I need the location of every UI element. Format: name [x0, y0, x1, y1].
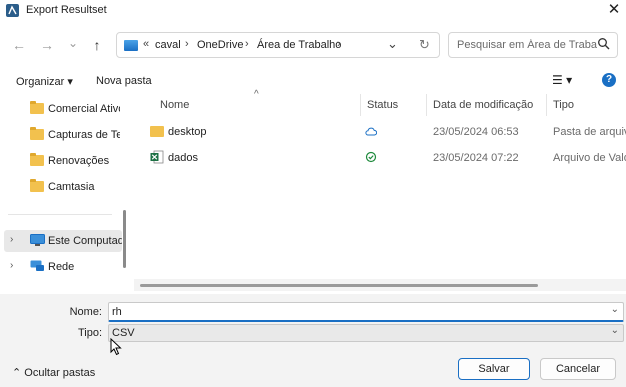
pane-divider: [8, 214, 112, 215]
sort-indicator-icon: ^: [254, 89, 259, 100]
excel-file-icon: [150, 150, 164, 164]
title-bar: Export Resultset ✕: [0, 0, 626, 22]
folder-icon: [30, 127, 44, 140]
file-name-input[interactable]: rh: [112, 306, 122, 318]
breadcrumb-separator: ›: [185, 38, 189, 50]
folder-icon: [150, 126, 164, 137]
file-name: desktop: [168, 126, 207, 138]
navigation-pane: Comercial Ativo Capturas de Tela Renovaç…: [0, 94, 134, 294]
column-header-name[interactable]: Nome: [160, 99, 189, 111]
cloud-icon: [365, 127, 377, 136]
sidebar-item-label: Comercial Ativo: [48, 103, 120, 115]
mouse-cursor-icon: [110, 338, 122, 356]
search-icon[interactable]: [597, 37, 611, 51]
check-circle-icon: [365, 151, 377, 163]
save-button[interactable]: Salvar: [458, 358, 530, 380]
forward-button[interactable]: →: [36, 34, 58, 56]
file-type: Arquivo de Valor: [553, 152, 626, 164]
file-type-select[interactable]: CSV ⌄: [108, 324, 624, 342]
file-type: Pasta de arquivo: [553, 126, 626, 138]
recent-locations-button[interactable]: ⌄: [62, 32, 84, 54]
folder-icon: [30, 101, 44, 114]
chevron-right-icon[interactable]: ›: [10, 260, 13, 271]
column-divider[interactable]: [546, 94, 547, 116]
chevron-down-icon[interactable]: ⌄: [611, 304, 619, 315]
window-title: Export Resultset: [26, 4, 107, 16]
sidebar-item-label: Camtasia: [48, 181, 95, 193]
sidebar-item-renovacoes[interactable]: Renovações: [0, 150, 122, 172]
hide-folders-button[interactable]: ⌃ Ocultar pastas: [12, 366, 95, 379]
name-label: Nome:: [69, 306, 102, 318]
folder-icon: [30, 179, 44, 192]
address-dropdown-icon[interactable]: ⌄: [387, 36, 398, 52]
help-icon[interactable]: ?: [602, 73, 616, 87]
breadcrumb-separator: ›: [245, 38, 249, 50]
pc-icon: [124, 40, 138, 51]
chevron-right-icon[interactable]: ›: [10, 234, 13, 245]
horizontal-scrollbar[interactable]: [140, 284, 538, 287]
file-name-field[interactable]: rh ⌄: [108, 302, 624, 322]
refresh-icon[interactable]: ↻: [419, 37, 430, 53]
sidebar-item-label: Este Computador: [48, 235, 122, 247]
search-input[interactable]: Pesquisar em Área de Traba...: [457, 39, 597, 51]
sidebar-item-rede[interactable]: › Rede: [0, 256, 122, 278]
sidebar-item-capturas-de-tela[interactable]: Capturas de Tela: [0, 124, 122, 146]
table-row[interactable]: desktop 23/05/2024 06:53 Pasta de arquiv…: [134, 120, 626, 144]
computer-icon: [30, 234, 45, 246]
sidebar-item-comercial-ativo[interactable]: Comercial Ativo: [0, 98, 122, 120]
address-bar[interactable]: « caval › OneDrive › Área de Trabalho › …: [116, 32, 440, 58]
app-icon: [6, 4, 19, 17]
sidebar-item-camtasia[interactable]: Camtasia: [0, 176, 122, 198]
address-overflow[interactable]: «: [143, 38, 149, 50]
column-divider[interactable]: [360, 94, 361, 116]
file-name: dados: [168, 152, 198, 164]
cancel-button[interactable]: Cancelar: [540, 358, 616, 380]
command-toolbar: Organizar ▾ Nova pasta ☰ ▾ ?: [0, 68, 626, 94]
file-list: ^ Nome Status Data de modificação Tipo d…: [134, 89, 626, 294]
new-folder-button[interactable]: Nova pasta: [96, 75, 152, 87]
folder-icon: [30, 153, 44, 166]
up-button[interactable]: ↑: [86, 34, 108, 56]
file-date: 23/05/2024 07:22: [433, 152, 519, 164]
back-button[interactable]: ←: [8, 34, 30, 56]
breadcrumb-area-de-trabalho[interactable]: Área de Trabalho: [257, 39, 341, 51]
table-row[interactable]: dados 23/05/2024 07:22 Arquivo de Valor: [134, 146, 626, 170]
close-icon[interactable]: ✕: [604, 1, 624, 21]
column-divider[interactable]: [426, 94, 427, 116]
sidebar-item-label: Renovações: [48, 155, 110, 167]
sidebar-item-label: Rede: [48, 261, 75, 273]
breadcrumb-separator: ›: [337, 38, 341, 50]
column-header-status[interactable]: Status: [367, 99, 398, 111]
breadcrumb-caval[interactable]: caval: [155, 39, 181, 51]
type-label: Tipo:: [77, 327, 102, 339]
organize-menu[interactable]: Organizar ▾: [16, 75, 73, 88]
breadcrumb-onedrive[interactable]: OneDrive: [197, 39, 243, 51]
file-date: 23/05/2024 06:53: [433, 126, 519, 138]
column-header-type[interactable]: Tipo: [553, 99, 574, 111]
network-icon: [30, 260, 44, 271]
search-box[interactable]: Pesquisar em Área de Traba...: [448, 32, 618, 58]
view-options-button[interactable]: ☰ ▾: [552, 73, 572, 87]
column-header-date[interactable]: Data de modificação: [433, 99, 533, 111]
chevron-down-icon[interactable]: ⌄: [611, 325, 619, 336]
sidebar-item-este-computador[interactable]: › Este Computador: [4, 230, 122, 252]
sidebar-item-label: Capturas de Tela: [48, 129, 120, 141]
navigation-scrollbar[interactable]: [123, 210, 126, 268]
